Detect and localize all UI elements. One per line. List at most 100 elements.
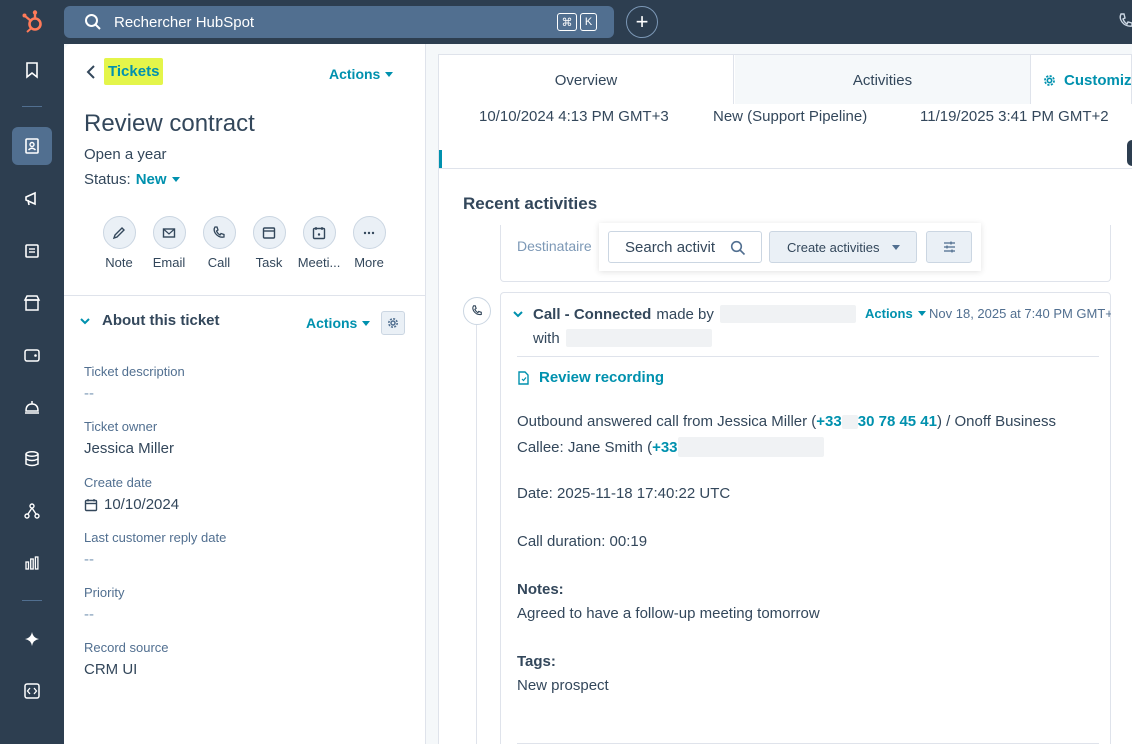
redacted-name <box>565 329 712 347</box>
caller-phone-link[interactable]: +33 <box>816 413 841 430</box>
chevron-left-icon[interactable] <box>86 64 96 80</box>
nav-marketing[interactable] <box>12 180 52 218</box>
about-actions-label: Actions <box>306 315 358 331</box>
customize-label: Customize <box>1064 71 1132 89</box>
carousel-scroll-handle[interactable] <box>1127 140 1132 166</box>
create-new-button[interactable]: + <box>626 6 658 38</box>
callee-phone-link[interactable]: +33 <box>652 439 677 456</box>
nav-breeze[interactable] <box>12 620 52 658</box>
nav-data[interactable] <box>12 440 52 478</box>
activity-search-placeholder: Search activit <box>625 238 716 256</box>
quick-action-label: Note <box>105 255 133 270</box>
wallet-icon <box>24 349 40 362</box>
redacted-digits <box>841 415 858 430</box>
call-card-with: with <box>533 329 712 347</box>
about-section-toggle[interactable]: About this ticket <box>80 312 220 329</box>
notes-label-row: Notes: <box>517 581 564 598</box>
call-line1-suffix: ) / Onoff Business <box>937 413 1056 430</box>
accent-bar <box>439 150 442 168</box>
call-actions-menu[interactable]: Actions <box>865 306 926 321</box>
caret-down-icon <box>362 320 371 326</box>
review-recording-link[interactable]: Review recording <box>517 369 664 386</box>
recent-activities-card: Recent activities Destinataire Search ac… <box>438 168 1132 744</box>
call-icon <box>472 305 482 316</box>
chevron-down-icon <box>513 311 523 318</box>
status-value-dropdown[interactable]: New <box>136 171 167 188</box>
quick-action-note[interactable]: Note <box>94 216 144 270</box>
contacts-icon <box>25 138 39 154</box>
prop-value-record-source[interactable]: CRM UI <box>84 661 137 678</box>
search-icon <box>85 14 101 30</box>
call-summary-line-1: Outbound answered call from Jessica Mill… <box>517 413 1056 430</box>
quick-action-call[interactable]: Call <box>194 216 244 270</box>
summary-create-date: 10/10/2024 4:13 PM GMT+3 <box>479 108 669 125</box>
nav-commerce[interactable] <box>12 284 52 322</box>
nav-bookmarks[interactable] <box>12 51 52 89</box>
phone-icon[interactable] <box>1118 13 1132 29</box>
quick-action-label: Email <box>152 255 186 270</box>
nav-service[interactable] <box>12 388 52 426</box>
quick-action-label: More <box>354 255 384 270</box>
activity-toolbar: Search activit Create activities <box>599 223 981 271</box>
email-icon <box>162 227 176 238</box>
nav-sales[interactable] <box>12 336 52 374</box>
quick-action-label: Meeti... <box>297 255 341 270</box>
notes-text: Agreed to have a follow-up meeting tomor… <box>517 605 820 622</box>
quick-action-more[interactable]: More <box>344 216 394 270</box>
bar-chart-icon <box>25 556 39 570</box>
nav-crm[interactable] <box>12 127 52 165</box>
nav-content[interactable] <box>12 232 52 270</box>
breadcrumb-tickets-link[interactable]: Tickets <box>104 58 164 85</box>
prop-value-last-reply[interactable]: -- <box>84 551 94 568</box>
prop-value-priority[interactable]: -- <box>84 606 94 623</box>
nav-divider <box>22 600 42 601</box>
tab-activities[interactable]: Activities <box>735 55 1031 105</box>
caret-down-icon <box>385 71 394 77</box>
record-status: Status: New <box>84 171 180 188</box>
tab-overview[interactable]: Overview <box>439 55 734 105</box>
store-icon <box>23 295 41 311</box>
quick-action-email[interactable]: Email <box>144 216 194 270</box>
call-card-header[interactable]: Call - Connected made by <box>513 305 856 323</box>
nav-automation[interactable] <box>12 492 52 530</box>
summary-pipeline-stage: New (Support Pipeline) <box>713 108 868 125</box>
prop-label-description: Ticket description <box>84 364 185 379</box>
about-actions-menu[interactable]: Actions <box>306 315 371 331</box>
nav-reporting[interactable] <box>12 544 52 582</box>
quick-action-task[interactable]: Task <box>244 216 294 270</box>
activity-search-input[interactable]: Search activit <box>608 231 762 263</box>
recipient-filter[interactable]: Destinataire <box>517 238 592 254</box>
call-card-made-by: made by <box>656 305 714 323</box>
chevron-down-icon <box>80 317 90 324</box>
caret-down-icon <box>917 311 926 316</box>
nav-development[interactable] <box>12 672 52 710</box>
hubspot-logo[interactable] <box>20 9 46 35</box>
call-line1-prefix: Outbound answered call from Jessica Mill… <box>517 413 817 430</box>
prop-value-owner[interactable]: Jessica Miller <box>84 440 174 457</box>
tags-label-row: Tags: <box>517 653 556 670</box>
quick-action-meeting[interactable]: Meeti... <box>294 216 344 270</box>
record-sidebar: Tickets Actions Review contract Open a y… <box>64 44 426 744</box>
global-search-input[interactable]: Rechercher HubSpot ⌘ K <box>64 6 614 38</box>
caret-down-icon <box>171 177 180 182</box>
gear-icon <box>388 318 398 328</box>
divider <box>517 356 1099 357</box>
caret-down-icon <box>892 245 900 250</box>
about-settings-button[interactable] <box>381 311 405 335</box>
code-icon <box>24 683 40 699</box>
caller-phone-link-rest[interactable]: 30 78 45 41 <box>858 413 937 430</box>
prop-label-last-reply: Last customer reply date <box>84 530 227 545</box>
activity-filter-bar: Destinataire Search activit Create activ… <box>500 223 1111 282</box>
prop-label-owner: Ticket owner <box>84 419 158 434</box>
prop-value-description[interactable]: -- <box>84 385 94 402</box>
prop-value-create-date: 10/10/2024 <box>104 496 180 513</box>
notes-label: Notes: <box>517 581 564 598</box>
prop-create-date[interactable]: 10/10/2024 <box>84 496 179 513</box>
record-subtitle: Open a year <box>84 146 167 163</box>
gear-icon <box>1044 74 1055 86</box>
activity-filter-settings-button[interactable] <box>926 231 972 263</box>
customize-tabs-button[interactable]: Customize <box>1043 55 1132 105</box>
call-card-title: Call - Connected <box>533 305 652 323</box>
create-activities-button[interactable]: Create activities <box>769 231 917 263</box>
record-actions-menu[interactable]: Actions <box>329 66 394 82</box>
